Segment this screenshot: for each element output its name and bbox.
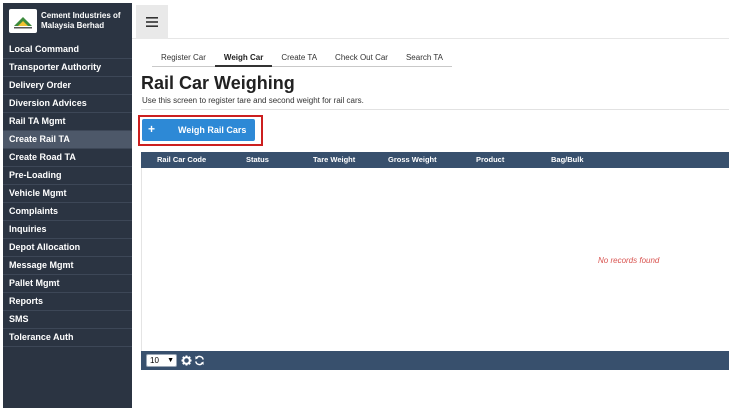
tab-weigh-car[interactable]: Weigh Car <box>214 50 273 67</box>
weigh-rail-cars-label: Weigh Rail Cars <box>178 125 247 135</box>
sidebar-item-delivery-order[interactable]: Delivery Order <box>3 77 132 95</box>
company-name-line1: Cement Industries of <box>41 11 121 20</box>
company-name: Cement Industries of Malaysia Berhad <box>41 11 131 31</box>
section-divider <box>141 109 729 110</box>
page-size-value: 10 <box>150 356 159 365</box>
sidebar-item-create-road-ta[interactable]: Create Road TA <box>3 149 132 167</box>
sidebar-item-diversion-advices[interactable]: Diversion Advices <box>3 95 132 113</box>
column-header-gross-weight[interactable]: Gross Weight <box>388 152 437 168</box>
sidebar-item-vehicle-mgmt[interactable]: Vehicle Mgmt <box>3 185 132 203</box>
page-size-select[interactable]: 10 ▼ <box>146 354 177 367</box>
sidebar-item-sms[interactable]: SMS <box>3 311 132 329</box>
sidebar-item-message-mgmt[interactable]: Message Mgmt <box>3 257 132 275</box>
sidebar-item-complaints[interactable]: Complaints <box>3 203 132 221</box>
top-bar <box>132 3 729 39</box>
company-logo-icon <box>9 9 37 33</box>
sidebar-item-rail-ta-mgmt[interactable]: Rail TA Mgmt <box>3 113 132 131</box>
column-header-product[interactable]: Product <box>476 152 504 168</box>
table-footer: 10 ▼ <box>141 351 729 370</box>
tab-check-out-car[interactable]: Check Out Car <box>326 50 397 67</box>
hamburger-menu-icon <box>146 17 158 27</box>
column-header-rail-car-code[interactable]: Rail Car Code <box>157 152 206 168</box>
page-title: Rail Car Weighing <box>141 73 295 93</box>
sidebar-nav: Local Command Transporter Authority Deli… <box>3 41 132 347</box>
column-header-status[interactable]: Status <box>246 152 269 168</box>
chevron-down-icon: ▼ <box>167 357 174 364</box>
brand-header[interactable]: Cement Industries of Malaysia Berhad <box>3 3 132 39</box>
sidebar-item-pallet-mgmt[interactable]: Pallet Mgmt <box>3 275 132 293</box>
tab-search-ta[interactable]: Search TA <box>396 50 453 67</box>
refresh-icon[interactable] <box>194 355 205 366</box>
sidebar-item-inquiries[interactable]: Inquiries <box>3 221 132 239</box>
column-header-tare-weight[interactable]: Tare Weight <box>313 152 355 168</box>
sidebar-item-reports[interactable]: Reports <box>3 293 132 311</box>
sidebar: Cement Industries of Malaysia Berhad Loc… <box>3 3 132 408</box>
tab-register-car[interactable]: Register Car <box>152 50 215 67</box>
company-name-line2: Malaysia Berhad <box>41 21 105 30</box>
hamburger-menu-button[interactable] <box>136 5 168 39</box>
sidebar-item-depot-allocation[interactable]: Depot Allocation <box>3 239 132 257</box>
plus-icon: + <box>148 122 156 136</box>
table-header: Rail Car Code Status Tare Weight Gross W… <box>141 152 729 168</box>
settings-gear-icon[interactable] <box>181 355 192 366</box>
sidebar-item-pre-loading[interactable]: Pre-Loading <box>3 167 132 185</box>
sidebar-item-tolerance-auth[interactable]: Tolerance Auth <box>3 329 132 347</box>
tab-create-ta[interactable]: Create TA <box>272 50 327 67</box>
sidebar-item-local-command[interactable]: Local Command <box>3 41 132 59</box>
sidebar-item-create-rail-ta[interactable]: Create Rail TA <box>3 131 132 149</box>
sidebar-item-transporter-authority[interactable]: Transporter Authority <box>3 59 132 77</box>
column-header-bag-bulk[interactable]: Bag/Bulk <box>551 152 584 168</box>
app-root: Cement Industries of Malaysia Berhad Loc… <box>0 0 729 411</box>
tab-bar: Register Car Weigh Car Create TA Check O… <box>152 50 453 67</box>
page-subtitle: Use this screen to register tare and sec… <box>142 96 364 105</box>
empty-table-message: No records found <box>598 256 660 265</box>
weigh-rail-cars-button[interactable]: + Weigh Rail Cars <box>142 119 255 141</box>
